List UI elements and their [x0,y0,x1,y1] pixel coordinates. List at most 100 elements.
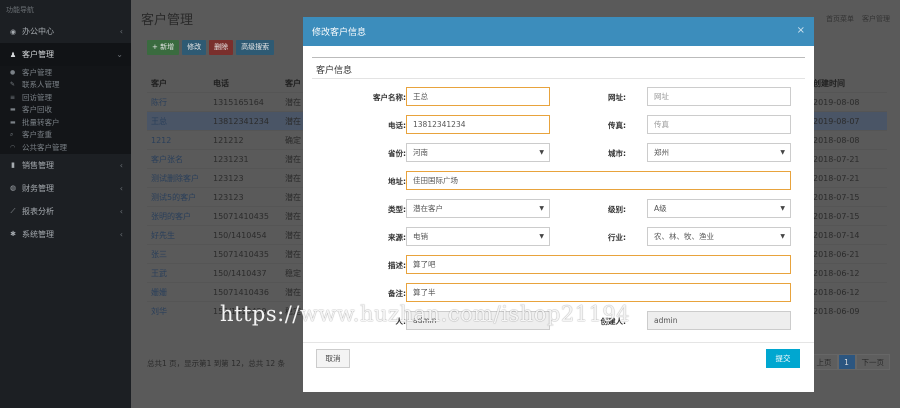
url-input[interactable]: 网址 [647,87,791,106]
cell-created: 2018-06-21 [813,249,860,259]
advanced-search-button[interactable]: 高级搜索 [236,40,275,55]
modal-header: 修改客户信息 × [303,17,814,46]
close-icon[interactable]: × [797,25,805,36]
add-button[interactable]: + 新增 [147,40,180,55]
sidebar-item-system[interactable]: ✱ 系统管理 ‹ [0,223,131,246]
sub-label: 联系人管理 [22,80,60,90]
sidebar-item-sales[interactable]: ▮ 销售管理 ‹ [0,154,131,177]
chevron-left-icon: ‹ [119,27,123,36]
sidebar-item-label: 报表分析 [22,206,54,216]
cell-customer[interactable]: 好先生 [147,230,213,241]
cell-customer[interactable]: 测试5的客户 [147,192,213,203]
cancel-button[interactable]: 取消 [316,349,350,368]
sidebar-sub-recycle[interactable]: ▬ 客户回收 [0,103,131,116]
source-label: 来源: [388,233,406,242]
cell-customer[interactable]: 张三 [147,249,213,260]
cell-customer[interactable]: 王总 [147,116,213,127]
sub-label: 公共客户管理 [22,142,67,152]
cell-phone: 121212 [213,135,244,145]
sub-label: 客户查重 [22,130,52,140]
section-title: 客户信息 [316,66,353,76]
url-label: 网址: [608,93,626,102]
address-label: 地址: [388,177,406,186]
sidebar: 功能导航 ◉ 办公中心 ‹ ♟ 客户管理 ⌄ ● 客户管理 ✎ 联系人管理 ≡ 回访管… [0,0,131,408]
col-status[interactable]: 客户 [285,78,305,89]
source-select[interactable]: 电销 ▼ [406,227,550,246]
prev-page-button[interactable]: 上页 [810,354,838,370]
sidebar-sub-customers[interactable]: ● 客户管理 [0,66,131,79]
fax-input[interactable]: 传真 [647,115,791,134]
cell-customer[interactable]: 1212 [147,136,213,145]
dropdown-arrow-icon: ▼ [539,233,544,240]
sidebar-sub-public[interactable]: ◠ 公共客户管理 [0,141,131,154]
col-phone[interactable]: 电话 [213,78,285,89]
cell-phone: 15071410436 [213,287,269,297]
col-customer[interactable]: 客户 [147,78,213,89]
pagination: 上页 1 下一页 [810,354,890,370]
cell-phone: 15071410435 [213,211,269,221]
cell-created: 2018-06-09 [813,306,860,316]
sidebar-item-label: 办公中心 [22,27,54,36]
cell-customer[interactable]: 客户张名 [147,154,213,165]
type-select[interactable]: 潜在客户 ▼ [406,199,550,218]
description-label: 描述: [388,261,406,270]
sidebar-item-customers[interactable]: ♟ 客户管理 ⌄ [0,43,131,66]
sidebar-item-finance[interactable]: ◍ 财务管理 ‹ [0,177,131,200]
dropdown-arrow-icon: ▼ [780,149,785,156]
cell-phone: 1231231 [213,154,249,164]
next-page-button[interactable]: 下一页 [855,354,890,370]
submit-button[interactable]: 提交 [766,349,800,368]
cell-status: 潜在 [285,192,301,202]
page-1-button[interactable]: 1 [837,354,856,370]
note-input[interactable]: 算了半 [406,283,791,302]
gear-icon: ✱ [10,230,16,238]
report-icon: ⟋ [10,206,16,215]
city-value: 郑州 [654,148,669,157]
cell-customer[interactable]: 刘华 [147,306,213,317]
sidebar-sub-contacts[interactable]: ✎ 联系人管理 [0,78,131,91]
phone-input[interactable]: 13812341234 [406,115,550,134]
province-select[interactable]: 河南 ▼ [406,143,550,162]
breadcrumb-current[interactable]: 客户管理 [862,14,890,24]
chevron-down-icon: ⌄ [116,50,123,59]
sidebar-item-label: 客户管理 [22,50,54,59]
col-created[interactable]: 创建时间 [813,78,873,89]
cell-status: 潜在 [285,173,301,183]
sub-label: 客户管理 [22,67,52,77]
cell-phone: 150/1410437 [213,268,267,278]
cell-created: 2018-07-14 [813,230,860,240]
cell-customer[interactable]: 王武 [147,268,213,279]
cell-created: 2018-06-12 [813,287,860,297]
cell-customer[interactable]: 姗姗 [147,287,213,298]
sidebar-item-reports[interactable]: ⟋ 报表分析 ‹ [0,200,131,223]
breadcrumb-home[interactable]: 首页菜单 [826,14,854,24]
edit-button[interactable]: 修改 [182,40,207,55]
city-select[interactable]: 郑州 ▼ [647,143,791,162]
contacts-icon: ✎ [10,81,16,89]
dropdown-arrow-icon: ▼ [539,205,544,212]
delete-button[interactable]: 删除 [209,40,234,55]
sidebar-sub-dedupe[interactable]: ⌕ 客户查重 [0,128,131,141]
sub-label: 批量转客户 [22,117,60,127]
type-value: 潜在客户 [413,204,443,213]
cell-customer[interactable]: 张明的客户 [147,211,213,222]
cell-created: 2018-07-21 [813,173,860,183]
description-input[interactable]: 算了吧 [406,255,791,274]
level-select[interactable]: A级 ▼ [647,199,791,218]
page-title: 客户管理 [141,13,194,28]
dropdown-arrow-icon: ▼ [780,205,785,212]
cell-phone: 13812341234 [213,116,269,126]
sidebar-sub-visits[interactable]: ≡ 回访管理 [0,91,131,104]
sidebar-item-office[interactable]: ◉ 办公中心 ‹ [0,20,131,43]
cell-created: 2018-08-08 [813,135,860,145]
sidebar-sub-batch[interactable]: ▬ 批量转客户 [0,116,131,129]
address-input[interactable]: 佳田国际广场 [406,171,791,190]
industry-select[interactable]: 农、林、牧、渔业 ▼ [647,227,791,246]
cell-customer[interactable]: 陈行 [147,97,213,108]
cell-status: 确定 [285,135,301,145]
cell-phone: 1315165164 [213,97,264,107]
name-label: 客户名称: [373,93,406,102]
cell-status: 潜在 [285,249,301,259]
customer-name-input[interactable]: 王总 [406,87,550,106]
cell-customer[interactable]: 测试删除客户 [147,173,213,184]
